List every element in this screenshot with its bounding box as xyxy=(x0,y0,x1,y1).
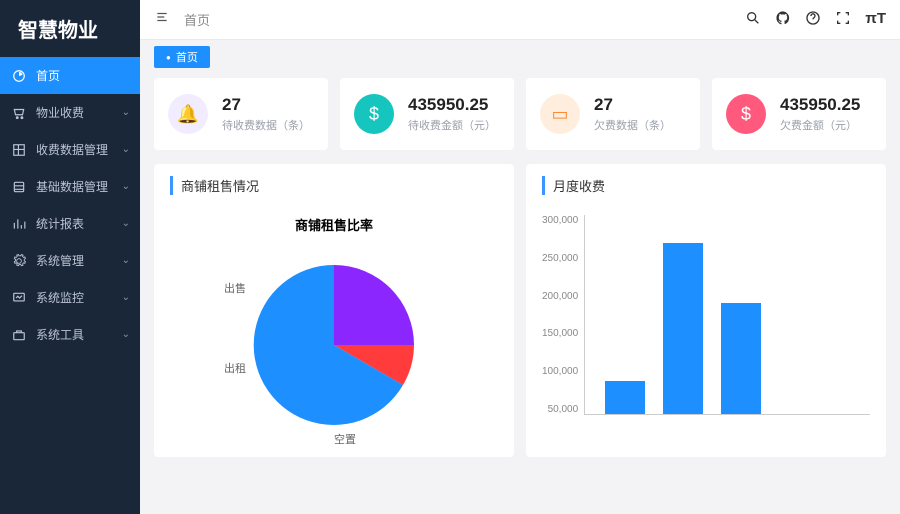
cart-icon xyxy=(12,106,28,120)
sidebar-item-label: 系统管理 xyxy=(36,252,84,269)
pie-label-rent: 出租 xyxy=(224,360,246,376)
stat-card-pending-amount: $ 435950.25 待收费金额（元） xyxy=(340,78,514,150)
breadcrumb: 首页 xyxy=(184,10,210,29)
github-icon[interactable] xyxy=(775,10,791,30)
sidebar-item-home[interactable]: 首页 xyxy=(0,57,140,94)
stat-value: 27 xyxy=(222,95,310,115)
chevron-down-icon: ⌄ xyxy=(122,292,130,303)
y-tick: 250,000 xyxy=(542,253,578,264)
search-icon[interactable] xyxy=(745,10,761,30)
gear-icon xyxy=(12,254,28,268)
chevron-down-icon: ⌄ xyxy=(122,144,130,155)
sidebar-item-base-data[interactable]: 基础数据管理 ⌄ xyxy=(0,168,140,205)
chevron-down-icon: ⌄ xyxy=(122,255,130,266)
font-size-icon[interactable]: πT xyxy=(865,10,886,30)
currency-icon: $ xyxy=(726,94,766,134)
topbar: 首页 πT xyxy=(140,0,900,40)
stat-value: 435950.25 xyxy=(408,95,496,115)
y-axis: 300,000 250,000 200,000 150,000 100,000 … xyxy=(542,215,584,415)
stat-value: 27 xyxy=(594,95,671,115)
monitor-icon xyxy=(12,291,28,305)
stat-card-pending-count: 🔔 27 待收费数据（条） xyxy=(154,78,328,150)
tab-home[interactable]: 首页 xyxy=(154,46,210,68)
chevron-down-icon: ⌄ xyxy=(122,181,130,192)
app-logo: 智慧物业 xyxy=(0,0,140,57)
help-icon[interactable] xyxy=(805,10,821,30)
chart-row: 商铺租售情况 商铺租售比率 出售 xyxy=(154,164,886,457)
sidebar-item-label: 系统工具 xyxy=(36,326,84,343)
chevron-down-icon: ⌄ xyxy=(122,107,130,118)
sidebar-item-label: 首页 xyxy=(36,67,60,84)
sidebar-item-reports[interactable]: 统计报表 ⌄ xyxy=(0,205,140,242)
panel-monthly-fee: 月度收费 300,000 250,000 200,000 150,000 100… xyxy=(526,164,886,457)
sidebar-item-label: 统计报表 xyxy=(36,215,84,232)
dashboard-icon xyxy=(12,69,28,83)
stat-label: 待收费数据（条） xyxy=(222,117,310,133)
pie-title: 商铺租售比率 xyxy=(170,215,498,234)
sidebar-item-label: 物业收费 xyxy=(36,104,84,121)
grid-icon xyxy=(12,143,28,157)
pie-label-vacant: 空置 xyxy=(334,431,356,447)
stat-label: 待收费金额（元） xyxy=(408,117,496,133)
currency-icon: $ xyxy=(354,94,394,134)
sidebar-item-fee-data[interactable]: 收费数据管理 ⌄ xyxy=(0,131,140,168)
chevron-down-icon: ⌄ xyxy=(122,218,130,229)
stat-row: 🔔 27 待收费数据（条） $ 435950.25 待收费金额（元） ▭ xyxy=(154,78,886,150)
chart-icon xyxy=(12,217,28,231)
panel-title: 月度收费 xyxy=(542,176,870,195)
bell-icon: 🔔 xyxy=(168,94,208,134)
stat-card-overdue-count: ▭ 27 欠费数据（条） xyxy=(526,78,700,150)
y-tick: 300,000 xyxy=(542,215,578,226)
stat-card-overdue-amount: $ 435950.25 欠费金额（元） xyxy=(712,78,886,150)
toolbox-icon xyxy=(12,328,28,342)
sidebar-item-label: 收费数据管理 xyxy=(36,141,108,158)
wallet-icon: ▭ xyxy=(540,94,580,134)
pie-label-sold: 出售 xyxy=(224,280,246,296)
sidebar-item-label: 系统监控 xyxy=(36,289,84,306)
chevron-down-icon: ⌄ xyxy=(122,329,130,340)
sidebar-item-label: 基础数据管理 xyxy=(36,178,108,195)
tabbar: 首页 xyxy=(140,40,900,78)
stat-label: 欠费数据（条） xyxy=(594,117,671,133)
tab-label: 首页 xyxy=(176,49,198,65)
bars-area xyxy=(584,215,870,415)
database-icon xyxy=(12,180,28,194)
fullscreen-icon[interactable] xyxy=(835,10,851,30)
y-tick: 150,000 xyxy=(542,328,578,339)
topbar-actions: πT xyxy=(745,10,886,30)
sidebar: 智慧物业 首页 物业收费 ⌄ 收费数据管理 ⌄ 基础数据管理 xyxy=(0,0,140,514)
bar xyxy=(721,303,761,414)
panel-title: 商铺租售情况 xyxy=(170,176,498,195)
sidebar-item-system-monitor[interactable]: 系统监控 ⌄ xyxy=(0,279,140,316)
bar xyxy=(663,243,703,414)
y-tick: 50,000 xyxy=(542,404,578,415)
content-area: 🔔 27 待收费数据（条） $ 435950.25 待收费金额（元） ▭ xyxy=(140,78,900,471)
collapse-sidebar-icon[interactable] xyxy=(154,10,170,29)
sidebar-item-system-tools[interactable]: 系统工具 ⌄ xyxy=(0,316,140,353)
pie-chart: 出售 出租 空置 xyxy=(234,250,434,445)
y-tick: 200,000 xyxy=(542,291,578,302)
bar xyxy=(605,381,645,414)
stat-label: 欠费金额（元） xyxy=(780,117,860,133)
stat-value: 435950.25 xyxy=(780,95,860,115)
y-tick: 100,000 xyxy=(542,366,578,377)
main-area: 首页 πT 首页 🔔 27 待收费数据（条） xyxy=(140,0,900,514)
sidebar-item-system-mgmt[interactable]: 系统管理 ⌄ xyxy=(0,242,140,279)
panel-rent-sale: 商铺租售情况 商铺租售比率 出售 xyxy=(154,164,514,457)
sidebar-item-property-fee[interactable]: 物业收费 ⌄ xyxy=(0,94,140,131)
bar-chart: 300,000 250,000 200,000 150,000 100,000 … xyxy=(542,215,870,415)
